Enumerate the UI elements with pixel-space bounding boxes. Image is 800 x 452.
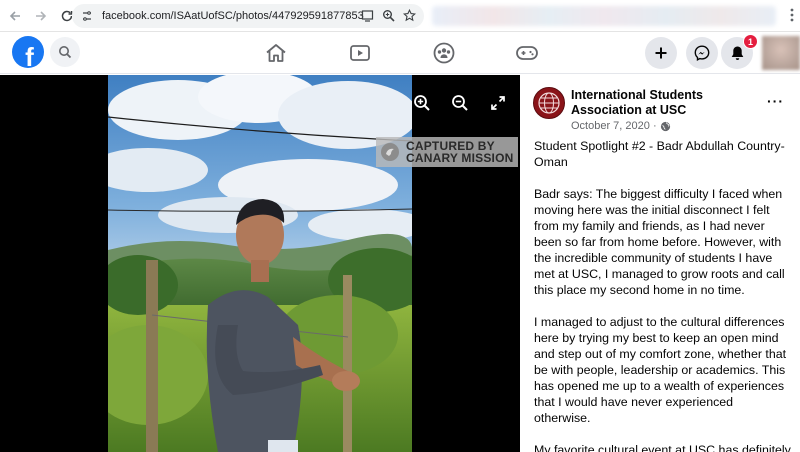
messenger-button[interactable] — [686, 37, 718, 69]
forward-icon — [36, 10, 47, 21]
extensions-bar — [432, 6, 776, 26]
facebook-logo[interactable]: f — [12, 36, 44, 68]
gaming-icon — [516, 46, 538, 60]
post-paragraph: My favorite cultural event at USC has de… — [534, 443, 791, 452]
zoom-out-icon — [452, 95, 468, 111]
canary-logo-icon — [381, 143, 399, 161]
browser-menu-icon[interactable] — [790, 8, 794, 25]
back-icon — [9, 10, 20, 21]
photo-image — [108, 75, 412, 452]
create-button[interactable] — [645, 37, 677, 69]
fullscreen-button[interactable] — [486, 91, 510, 115]
globe-emblem-icon — [538, 92, 560, 114]
org-avatar[interactable] — [533, 87, 565, 119]
nav-home[interactable] — [264, 42, 288, 64]
back-button[interactable] — [4, 5, 26, 27]
post-photo — [108, 75, 412, 452]
post-meta: October 7, 2020 · — [571, 120, 671, 132]
groups-icon — [433, 42, 455, 64]
photo-viewer: CAPTURED BY CANARY MISSION — [0, 75, 520, 452]
post-paragraph: Student Spotlight #2 - Badr Abdullah Cou… — [534, 139, 785, 169]
account-avatar[interactable] — [762, 36, 800, 70]
address-bar[interactable]: facebook.com/ISAatUofSC/photos/447929591… — [72, 4, 424, 28]
notifications-badge: 1 — [743, 34, 758, 49]
post-paragraph: I managed to adjust to the cultural diff… — [534, 315, 787, 425]
messenger-icon — [694, 45, 710, 61]
nav-watch[interactable] — [348, 42, 372, 64]
browser-toolbar: facebook.com/ISAatUofSC/photos/447929591… — [0, 0, 800, 32]
zoom-icon[interactable] — [382, 9, 395, 27]
canary-mission-watermark: CAPTURED BY CANARY MISSION — [376, 137, 518, 167]
bell-icon — [731, 46, 743, 60]
facebook-search-button[interactable] — [50, 37, 80, 67]
notifications-button[interactable]: 1 — [721, 34, 758, 69]
post-paragraph: Badr says: The biggest difficulty I face… — [534, 187, 785, 297]
fullscreen-icon — [491, 96, 505, 110]
bookmark-star-icon[interactable] — [402, 8, 417, 27]
search-icon — [59, 46, 72, 59]
nav-gaming[interactable] — [515, 42, 539, 64]
zoom-in-button[interactable] — [410, 91, 434, 115]
watermark-line-2: CANARY MISSION — [406, 151, 514, 165]
site-info-icon[interactable] — [80, 9, 94, 23]
video-icon — [350, 45, 370, 61]
plus-icon — [655, 47, 667, 59]
facebook-header: f 1 — [0, 32, 800, 74]
url-text: facebook.com/ISAatUofSC/photos/447929591… — [102, 10, 364, 22]
post-text: Student Spotlight #2 - Badr Abdullah Cou… — [534, 138, 792, 452]
org-name-link[interactable]: International Students Association at US… — [571, 88, 767, 118]
zoom-in-icon — [414, 95, 430, 111]
zoom-out-button[interactable] — [448, 91, 472, 115]
post-date[interactable]: October 7, 2020 · — [571, 120, 657, 132]
nav-groups[interactable] — [432, 42, 456, 64]
forward-button[interactable] — [30, 5, 52, 27]
facebook-logo-letter: f — [25, 42, 34, 68]
post-panel: International Students Association at US… — [520, 75, 800, 452]
globe-icon — [660, 121, 670, 131]
home-icon — [266, 44, 286, 62]
cast-icon[interactable] — [361, 9, 374, 27]
post-options-button[interactable]: ··· — [767, 93, 784, 109]
